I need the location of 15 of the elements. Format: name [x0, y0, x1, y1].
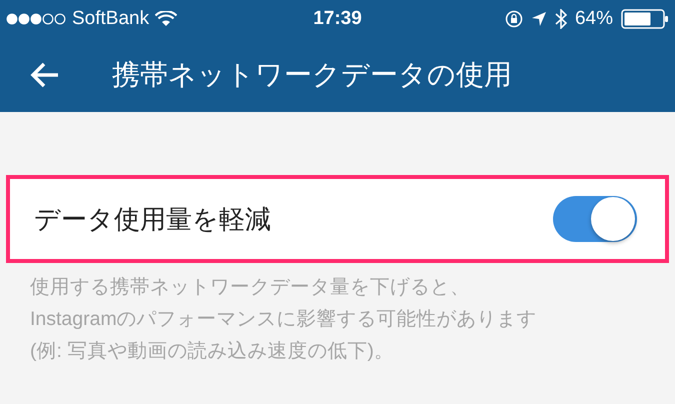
page-title: 携帯ネットワークデータの使用 — [112, 58, 512, 92]
carrier-name: SoftBank — [72, 6, 150, 31]
toggle-switch[interactable] — [553, 196, 637, 242]
bluetooth-icon — [554, 9, 567, 29]
back-arrow-icon — [30, 61, 60, 89]
location-icon — [530, 11, 547, 27]
battery-percent: 64% — [574, 6, 613, 31]
setting-row[interactable]: データ使用量を軽減 — [6, 175, 669, 263]
orientation-lock-icon — [504, 10, 523, 28]
battery-icon — [621, 9, 669, 29]
description-text: 使用する携帯ネットワークデータ量を下げると、 Instagramのパフォーマンスに影響する可能性があります (例: 写真や動画の読み込み速度の低下)。 — [29, 275, 538, 364]
signal-icon — [6, 13, 66, 25]
clock-time: 17:39 — [312, 6, 363, 31]
setting-label: データ使用量を軽減 — [34, 202, 271, 236]
wifi-icon — [155, 11, 178, 27]
